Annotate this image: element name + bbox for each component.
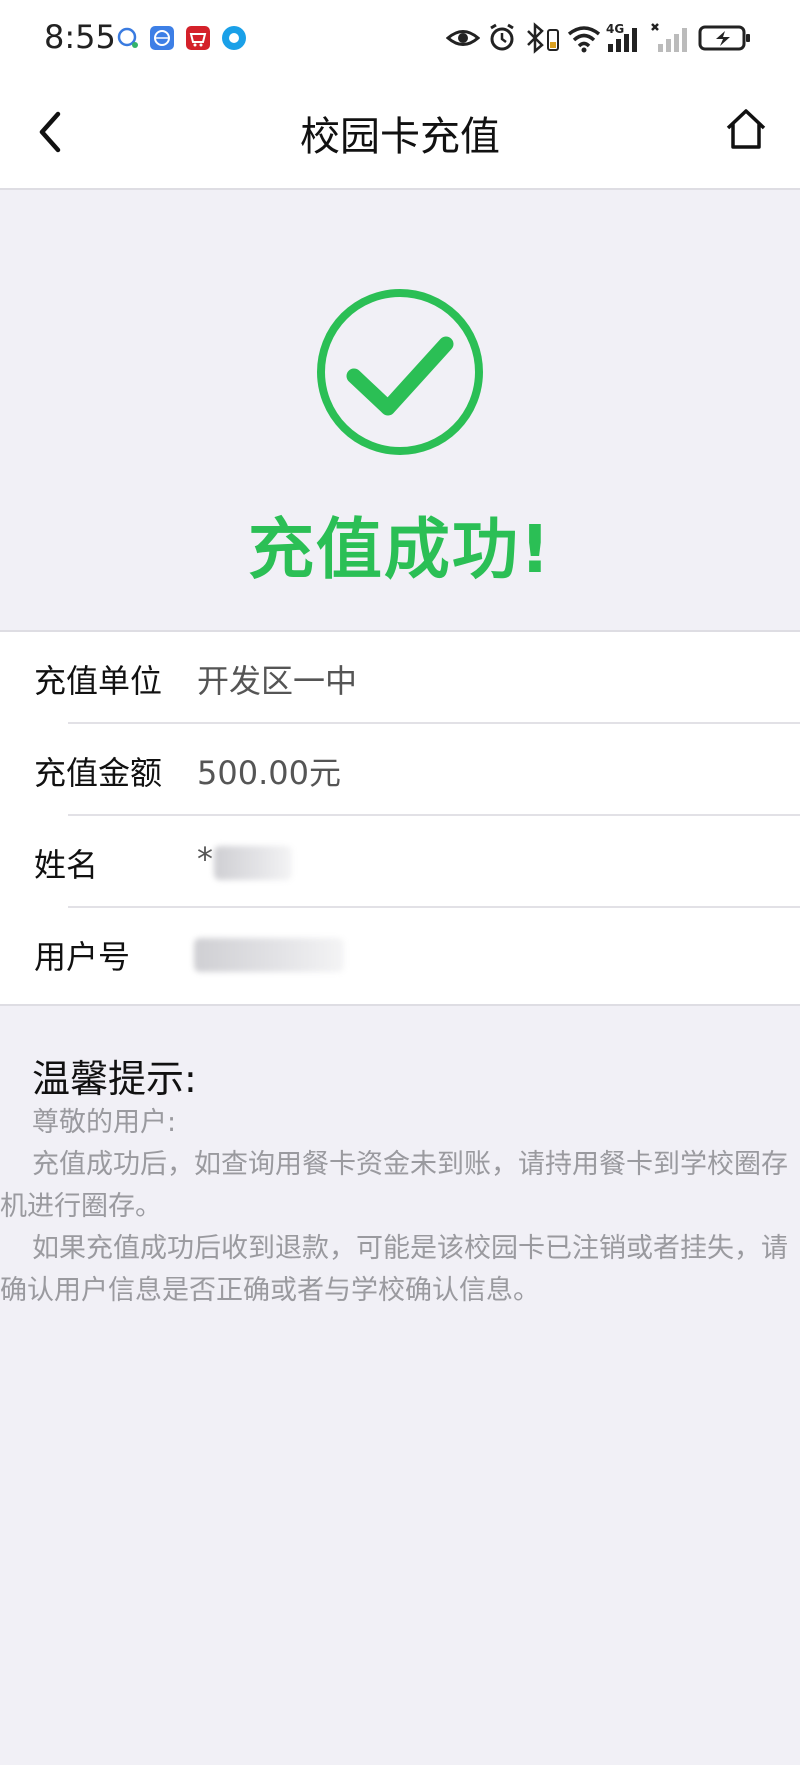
signal-icon xyxy=(651,23,687,52)
wifi-icon xyxy=(567,26,601,53)
success-message: 充值成功! xyxy=(247,511,553,588)
redacted-name xyxy=(214,846,292,880)
shop-icon xyxy=(186,26,210,50)
status-time: 8:55 xyxy=(44,18,116,56)
recharge-details: 充值单位 开发区一中 充值金额 500.00元 姓名 * 用户号 xyxy=(0,630,800,1006)
detail-value: 开发区一中 xyxy=(197,662,358,700)
app-icon xyxy=(222,26,246,50)
eye-icon xyxy=(446,30,480,46)
detail-row-name: 姓名 * xyxy=(34,816,800,908)
detail-value: * xyxy=(197,840,213,878)
detail-label: 用户号 xyxy=(34,938,131,976)
tips-paragraph-2: 如果充值成功后收到退款，可能是该校园卡已注销或者挂失，请确认用户信息是否正确或者… xyxy=(0,1233,788,1306)
detail-label: 充值单位 xyxy=(34,662,163,700)
chat-icon xyxy=(116,26,140,50)
detail-row-amount: 充值金额 500.00元 xyxy=(34,724,800,816)
detail-label: 充值金额 xyxy=(34,754,163,792)
home-button[interactable] xyxy=(724,106,768,152)
signal-4g-icon: 4G xyxy=(606,22,646,54)
browser-icon xyxy=(150,26,174,50)
detail-label: 姓名 xyxy=(34,846,99,884)
detail-row-user-id: 用户号 xyxy=(34,908,800,1002)
alarm-icon xyxy=(490,23,514,51)
status-bar: 8:55 4G xyxy=(0,0,800,76)
nav-header: 校园卡充值 xyxy=(0,76,800,190)
tips-greeting: 尊敬的用户: xyxy=(32,1107,177,1138)
tips-title: 温馨提示: xyxy=(32,1057,197,1101)
redacted-user-id xyxy=(194,938,344,972)
home-icon xyxy=(726,109,766,149)
detail-row-unit: 充值单位 开发区一中 xyxy=(34,632,800,724)
page-title: 校园卡充值 xyxy=(300,114,500,160)
battery-icon xyxy=(698,25,750,51)
bluetooth-icon xyxy=(527,22,559,54)
check-circle-icon xyxy=(317,289,483,455)
tips-paragraph-1: 充值成功后，如查询用餐卡资金未到账，请持用餐卡到学校圈存机进行圈存。 xyxy=(0,1149,788,1222)
detail-value: 500.00元 xyxy=(197,754,341,792)
